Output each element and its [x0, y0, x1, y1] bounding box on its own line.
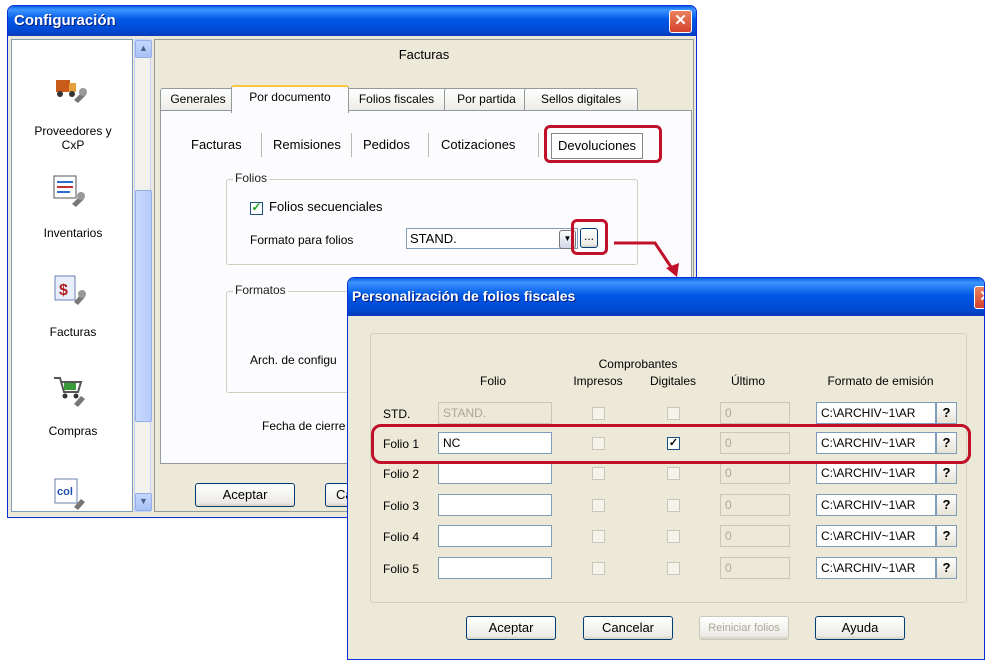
folio-input-5[interactable] [438, 557, 552, 579]
formato-folios-value: STAND. [410, 231, 457, 246]
folio-input-4[interactable] [438, 525, 552, 547]
impresos-checkbox-3[interactable] [592, 499, 605, 512]
quotation-wrench-icon: col [54, 478, 85, 510]
svg-text:$: $ [59, 282, 68, 299]
formato-input-2[interactable]: C:\ARCHIV~1\AR [816, 462, 936, 484]
scroll-thumb[interactable] [135, 190, 152, 422]
digitales-header: Digitales [649, 374, 697, 388]
folio-input-2[interactable] [438, 462, 552, 484]
help-button-3[interactable]: ? [936, 494, 957, 516]
folios-secuenciales-checkbox[interactable]: ✓ [250, 200, 263, 215]
svg-text:col: col [57, 486, 73, 498]
ultimo-header: Último [730, 374, 765, 388]
row-label-folio-4: Folio 4 [383, 530, 420, 544]
formato-input-5[interactable]: C:\ARCHIV~1\AR [816, 557, 936, 579]
subtab-pedidos[interactable]: Pedidos [363, 133, 410, 157]
subtab-divider [428, 133, 429, 157]
help-button-4[interactable]: ? [936, 525, 957, 547]
dialog-close-button[interactable]: ✕ [974, 286, 984, 309]
impresos-header: Impresos [573, 374, 623, 388]
cart-wrench-icon [54, 377, 85, 407]
row-label-folio-5: Folio 5 [383, 562, 420, 576]
sidebar-item-label: Inventarios [43, 226, 103, 240]
help-button-2[interactable]: ? [936, 462, 957, 484]
folio-input-3[interactable] [438, 494, 552, 516]
truck-wrench-icon [56, 80, 87, 103]
dialog-title: Personalización de folios fiscales [352, 288, 576, 304]
subtab-remisiones[interactable]: Remisiones [273, 133, 341, 157]
tab-generales[interactable]: Generales [160, 88, 236, 111]
folio-1-highlight [371, 424, 971, 464]
ultimo-input-4: 0 [720, 525, 790, 547]
row-label-std: STD. [383, 407, 411, 421]
subtab-divider [261, 133, 262, 157]
checkmark-icon: ✓ [251, 200, 262, 214]
invoice-wrench-icon: $ [54, 275, 86, 305]
tab-sellos-digitales[interactable]: Sellos digitales [524, 88, 638, 111]
row-label-folio-2: Folio 2 [383, 467, 420, 481]
formato-emision-header: Formato de emisión [827, 374, 934, 388]
aceptar-button[interactable]: Aceptar [195, 483, 295, 507]
dialog-cancelar-button[interactable]: Cancelar [583, 616, 673, 640]
pane-title: Facturas [398, 47, 450, 62]
digitales-checkbox-3[interactable] [667, 499, 680, 512]
folio-header: Folio [479, 374, 506, 388]
sidebar-scrollbar[interactable]: ▲ ▼ [134, 39, 152, 512]
callout-arrow-icon [614, 241, 679, 277]
impresos-checkbox-4[interactable] [592, 530, 605, 543]
tab-por-partida[interactable]: Por partida [444, 88, 529, 111]
row-label-folio-3: Folio 3 [383, 499, 420, 513]
fecha-cierre-label: Fecha de cierre [262, 419, 346, 433]
help-button-5[interactable]: ? [936, 557, 957, 579]
subtab-cotizaciones[interactable]: Cotizaciones [441, 133, 515, 157]
devoluciones-highlight [544, 125, 662, 163]
impresos-checkbox-2[interactable] [592, 467, 605, 480]
help-button-std[interactable]: ? [936, 402, 957, 424]
sidebar-item-label: Facturas [49, 325, 97, 339]
personalizacion-dialog: Personalización de folios fiscales ✕ Com… [347, 277, 985, 660]
ultimo-input-std: 0 [720, 402, 790, 424]
dialog-title-bar[interactable]: Personalización de folios fiscales ✕ [348, 278, 984, 316]
formato-input-std[interactable]: C:\ARCHIV~1\AR [816, 402, 936, 424]
arch-config-label: Arch. de configu [250, 353, 337, 367]
subtab-divider [538, 133, 539, 157]
formato-folios-select[interactable]: STAND. ▼ [406, 228, 578, 249]
impresos-checkbox-std [592, 407, 605, 420]
formatos-group-label: Formatos [233, 283, 288, 297]
config-sidebar: Proveedores y CxP Inventarios $ Facturas [11, 39, 133, 512]
close-button[interactable]: ✕ [669, 10, 692, 33]
subtab-divider [351, 133, 352, 157]
digitales-checkbox-2[interactable] [667, 467, 680, 480]
digitales-checkbox-5[interactable] [667, 562, 680, 575]
ultimo-input-5: 0 [720, 557, 790, 579]
ayuda-button[interactable]: Ayuda [815, 616, 905, 640]
folios-secuenciales-label: Folios secuenciales [269, 199, 383, 214]
formato-folios-label: Formato para folios [250, 233, 354, 247]
tab-por-documento[interactable]: Por documento [231, 85, 349, 113]
comprobantes-header: Comprobantes [598, 357, 678, 371]
tab-folios-fiscales[interactable]: Folios fiscales [344, 88, 449, 111]
folios-group-label: Folios [233, 171, 270, 185]
sidebar-item-label: Proveedores y CxP [34, 124, 112, 152]
reiniciar-folios-button: Reiniciar folios [699, 616, 789, 640]
folio-input-std: STAND. [438, 402, 552, 424]
window-title: Configuración [14, 12, 116, 29]
digitales-checkbox-4[interactable] [667, 530, 680, 543]
ultimo-input-3: 0 [720, 494, 790, 516]
ultimo-input-2: 0 [720, 462, 790, 484]
scroll-down-icon[interactable]: ▼ [135, 493, 152, 511]
digitales-checkbox-std [667, 407, 680, 420]
formato-input-3[interactable]: C:\ARCHIV~1\AR [816, 494, 936, 516]
inventory-wrench-icon [53, 175, 85, 207]
sidebar-item-label: Compras [48, 424, 98, 438]
scroll-up-icon[interactable]: ▲ [135, 40, 152, 58]
formato-input-4[interactable]: C:\ARCHIV~1\AR [816, 525, 936, 547]
impresos-checkbox-5[interactable] [592, 562, 605, 575]
dialog-aceptar-button[interactable]: Aceptar [466, 616, 556, 640]
title-bar[interactable]: Configuración ✕ [8, 6, 696, 36]
subtab-facturas[interactable]: Facturas [191, 133, 242, 157]
